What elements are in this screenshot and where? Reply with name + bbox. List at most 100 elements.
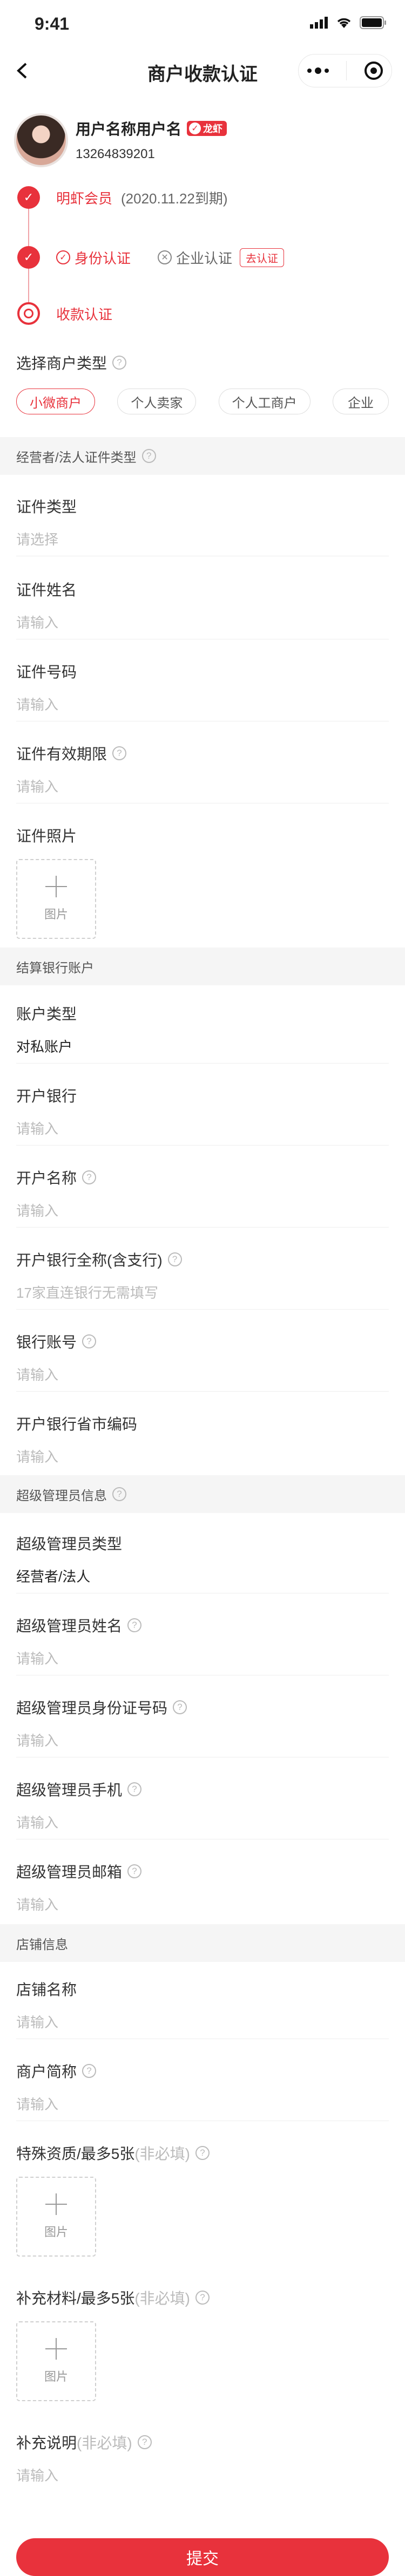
city-code-input[interactable]: 请输入 xyxy=(16,1446,58,1466)
check-circle-icon: ✓ xyxy=(56,250,70,264)
help-icon[interactable]: ? xyxy=(195,2291,210,2305)
user-name-row: 用户名称用户名 ✓ 龙虾 xyxy=(76,118,227,139)
merchant-type-label: 选择商户类型? xyxy=(16,352,127,373)
help-icon[interactable]: ? xyxy=(82,1334,97,1348)
branch-input[interactable]: 17家直连银行无需填写 xyxy=(16,1282,158,1302)
cert-type-select[interactable]: 请选择 xyxy=(16,529,58,549)
help-icon[interactable]: ? xyxy=(167,1252,182,1266)
cert-name-label: 证件姓名 xyxy=(16,582,77,598)
help-icon[interactable]: ? xyxy=(112,1487,126,1501)
section-admin: 超级管理员信息? xyxy=(0,1475,405,1513)
more-icon[interactable] xyxy=(307,67,329,74)
check-icon: ✓ xyxy=(17,186,40,209)
help-icon[interactable]: ? xyxy=(112,746,127,760)
help-icon[interactable]: ? xyxy=(82,1170,97,1184)
short-name-label: 商户简称? xyxy=(16,2060,97,2082)
account-no-input[interactable]: 请输入 xyxy=(16,1364,58,1384)
current-step-icon xyxy=(17,302,40,325)
admin-id-label: 超级管理员身份证号码? xyxy=(16,1696,187,1718)
help-icon[interactable]: ? xyxy=(141,449,156,463)
help-icon[interactable]: ? xyxy=(173,1700,187,1714)
shop-name-label: 店铺名称 xyxy=(16,1981,77,1998)
member-expiry: (2020.11.22到期) xyxy=(121,190,228,207)
cert-no-input[interactable]: 请输入 xyxy=(16,694,58,714)
admin-email-input[interactable]: 请输入 xyxy=(16,1894,58,1914)
admin-name-input[interactable]: 请输入 xyxy=(16,1648,58,1668)
avatar xyxy=(14,113,68,167)
divider xyxy=(16,1145,389,1146)
plus-icon xyxy=(45,2193,67,2215)
help-icon[interactable]: ? xyxy=(82,2064,97,2078)
user-phone: 13264839201 xyxy=(76,147,155,161)
admin-email-label: 超级管理员邮箱? xyxy=(16,1861,142,1882)
help-icon[interactable]: ? xyxy=(127,1618,142,1632)
branch-label: 开户银行全称(含支行)? xyxy=(16,1249,182,1270)
signal-icon xyxy=(310,17,328,29)
cert-photo-upload[interactable]: 图片 xyxy=(16,859,96,939)
check-icon: ✓ xyxy=(189,122,201,134)
cert-name-input[interactable]: 请输入 xyxy=(16,612,58,632)
account-name-input[interactable]: 请输入 xyxy=(16,1200,58,1220)
go-auth-button[interactable]: 去认证 xyxy=(240,248,285,267)
account-type-label: 账户类型 xyxy=(16,1006,77,1023)
status-bar: 9:41 xyxy=(0,0,405,47)
nav-bar: 商户收款认证 xyxy=(0,47,405,94)
mini-program-capsule xyxy=(298,54,392,87)
merchant-type-option[interactable]: 个人工商户 xyxy=(218,389,310,414)
admin-type-value[interactable]: 经营者/法人 xyxy=(16,1566,90,1586)
battery-icon xyxy=(360,16,386,29)
admin-id-input[interactable]: 请输入 xyxy=(16,1730,58,1750)
badge-label: 龙虾 xyxy=(203,124,223,134)
section-bank: 结算银行账户 xyxy=(0,948,405,985)
admin-name-label: 超级管理员姓名? xyxy=(16,1614,142,1636)
merchant-type-option[interactable]: 小微商户 xyxy=(16,389,95,414)
divider xyxy=(16,1391,389,1392)
help-icon[interactable]: ? xyxy=(127,1864,142,1878)
cert-photo-label: 证件照片 xyxy=(16,828,77,844)
submit-button[interactable]: 提交 xyxy=(16,2538,389,2576)
close-circle-icon: ✕ xyxy=(158,250,172,264)
help-icon[interactable]: ? xyxy=(112,356,127,370)
wifi-icon xyxy=(337,18,351,28)
divider xyxy=(16,1063,389,1064)
help-icon[interactable]: ? xyxy=(195,2146,210,2160)
enterprise-auth: ✕ 企业认证 xyxy=(158,248,232,268)
payment-label: 收款认证 xyxy=(56,306,113,323)
close-mini-program-icon[interactable] xyxy=(364,62,383,80)
help-icon[interactable]: ? xyxy=(137,2435,152,2449)
capsule-divider xyxy=(346,61,347,80)
member-label: 明虾会员 xyxy=(56,190,113,207)
extra-material-label: 补充材料/最多5张 (非必填)? xyxy=(16,2287,210,2308)
city-code-label: 开户银行省市编码 xyxy=(16,1416,138,1433)
section-shop: 店铺信息 xyxy=(0,1924,405,1962)
plus-icon xyxy=(45,876,67,897)
section-operator: 经营者/法人证件类型? xyxy=(0,437,405,475)
cert-valid-input[interactable]: 请输入 xyxy=(16,776,58,796)
help-icon[interactable]: ? xyxy=(127,1782,142,1796)
note-input[interactable]: 请输入 xyxy=(16,2465,58,2485)
bank-label: 开户银行 xyxy=(16,1088,77,1105)
extra-material-upload[interactable]: 图片 xyxy=(16,2321,96,2401)
status-icons xyxy=(310,16,387,29)
plus-icon xyxy=(45,2338,67,2360)
check-icon: ✓ xyxy=(17,246,40,269)
account-type-value[interactable]: 对私账户 xyxy=(16,1036,72,1056)
cert-type-label: 证件类型 xyxy=(16,499,77,515)
account-no-label: 银行账号? xyxy=(16,1331,97,1352)
divider xyxy=(16,1227,389,1228)
shop-name-input[interactable]: 请输入 xyxy=(16,2012,58,2032)
cert-valid-label: 证件有效期限? xyxy=(16,742,127,764)
bank-input[interactable]: 请输入 xyxy=(16,1118,58,1138)
merchant-type-options: 小微商户 个人卖家 个人工商户 企业 xyxy=(16,389,389,414)
admin-mobile-input[interactable]: 请输入 xyxy=(16,1812,58,1832)
admin-type-label: 超级管理员类型 xyxy=(16,1536,123,1552)
merchant-type-option[interactable]: 个人卖家 xyxy=(117,389,197,414)
note-label: 补充说明 (非必填)? xyxy=(16,2431,152,2453)
special-qualification-upload[interactable]: 图片 xyxy=(16,2177,96,2257)
special-qualification-label: 特殊资质/最多5张 (非必填)? xyxy=(16,2142,210,2164)
merchant-type-option[interactable]: 企业 xyxy=(332,389,389,414)
short-name-input[interactable]: 请输入 xyxy=(16,2094,58,2114)
account-name-label: 开户名称? xyxy=(16,1167,97,1188)
member-badge: ✓ 龙虾 xyxy=(187,121,227,136)
personal-auth[interactable]: ✓ 身份认证 xyxy=(56,248,131,268)
